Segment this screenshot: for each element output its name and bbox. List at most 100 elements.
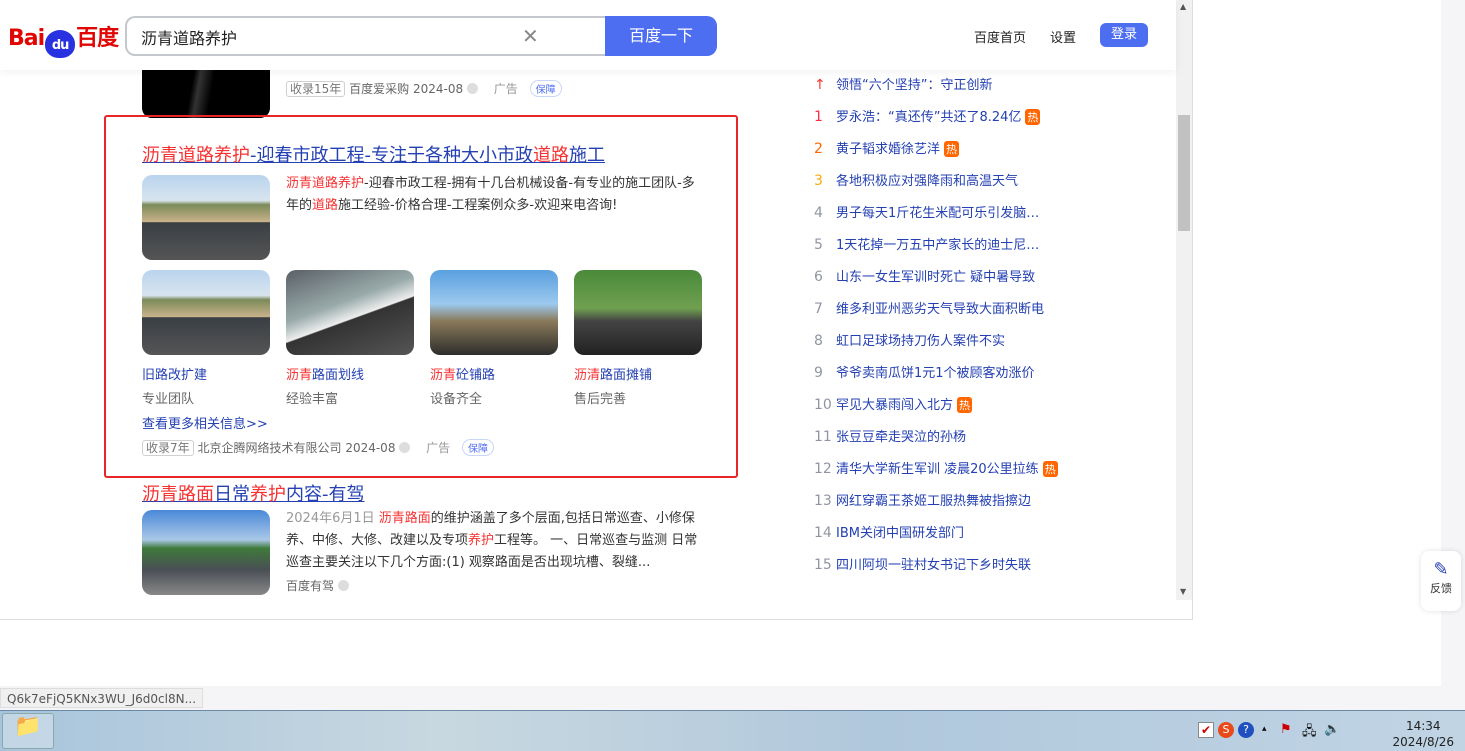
more-info-link[interactable]: 查看更多相关信息>>	[142, 413, 268, 432]
rank: 13	[814, 493, 832, 509]
feedback-button[interactable]: ✎ 反馈	[1421, 551, 1461, 611]
status-bar-url: Q6k7eFjQ5KNx3WU_J6d0cl8N...	[0, 688, 204, 708]
hot-list-item[interactable]: 10 罕见大暴雨闯入北方热	[814, 394, 973, 413]
highlight-term: 沥青	[430, 368, 457, 383]
text-segment: 施工	[569, 145, 605, 166]
show-hidden-icons[interactable]: ▴	[1262, 724, 1267, 734]
card-title-link[interactable]: 沥青砼铺路	[430, 364, 495, 383]
ad-thumbnail[interactable]	[142, 175, 270, 260]
hot-list-item[interactable]: 9 爷爷卖南瓜饼1元1个被顾客劝涨价	[814, 362, 1035, 381]
date: 2024-08	[412, 82, 464, 96]
home-link[interactable]: 百度首页	[974, 27, 1026, 46]
card-title-link[interactable]: 沥清路面摊铺	[574, 364, 652, 383]
scroll-down-icon[interactable]: ▼	[1180, 587, 1186, 596]
date: 2024年6月1日	[286, 511, 375, 526]
dropdown-icon[interactable]	[466, 83, 478, 94]
hot-badge: 热	[1042, 461, 1058, 477]
volume-icon[interactable]: 🔈	[1324, 722, 1340, 737]
hot-list-item[interactable]: 3 各地积极应对强降雨和高温天气	[814, 170, 1018, 189]
vertical-scrollbar[interactable]: ▲ ▼	[1176, 0, 1192, 600]
highlight-term: 沥清	[574, 368, 601, 383]
card-title: 路面摊铺	[600, 368, 653, 383]
sogou-icon[interactable]: S	[1218, 722, 1234, 738]
settings-link[interactable]: 设置	[1050, 27, 1076, 46]
indexed-tag: 收录15年	[286, 81, 346, 97]
hot-item-text: 黄子韬求婚徐艺洋	[836, 142, 941, 157]
card-image[interactable]	[142, 270, 270, 355]
baidu-logo[interactable]: Bai du 百度	[8, 20, 119, 58]
system-tray: ✔ S ? ▴ ⚑ 🖧 🔈 14:34 2024/8/26	[1192, 716, 1462, 750]
scroll-up-icon[interactable]: ▲	[1180, 2, 1186, 11]
hot-item-text: 山东一女生军训时死亡 疑中暑导致	[836, 270, 1036, 285]
scrollbar-thumb[interactable]	[1178, 115, 1190, 231]
card-subtitle: 设备齐全	[430, 392, 483, 407]
rank: ↑	[814, 77, 826, 93]
highlight-term: 沥青道路养护	[142, 145, 250, 166]
hot-list-item[interactable]: 4 男子每天1斤花生米配可乐引发脑…	[814, 202, 1039, 221]
card-title-link[interactable]: 旧路改扩建	[142, 364, 207, 383]
hot-badge: 热	[1025, 109, 1041, 125]
hot-list-item[interactable]: 1 罗永浩：“真还传”共还了8.24亿热	[814, 106, 1041, 125]
page-bottom-area	[0, 620, 1441, 686]
card-image[interactable]	[574, 270, 702, 355]
card-title-link[interactable]: 沥青路面划线	[286, 364, 364, 383]
source[interactable]: 百度有驾	[286, 579, 334, 593]
rank: 14	[814, 525, 832, 541]
hot-item-text: 罕见大暴雨闯入北方	[836, 398, 954, 413]
rank: 15	[814, 557, 832, 573]
source[interactable]: 北京企腾网络技术有限公司	[197, 441, 341, 455]
hot-list-item[interactable]: 6 山东一女生军训时死亡 疑中暑导致	[814, 266, 1035, 285]
hot-list-item[interactable]: 7 维多利亚州恶劣天气导致大面积断电	[814, 298, 1044, 317]
rank: 3	[814, 173, 823, 189]
hot-list-item[interactable]: 8 虹口足球场持刀伤人案件不实	[814, 330, 1005, 349]
card-image[interactable]	[286, 270, 414, 355]
hot-list-item[interactable]: 2 黄子韬求婚徐艺洋热	[814, 138, 960, 157]
source[interactable]: 百度爱采购	[349, 82, 409, 96]
result-title[interactable]: 沥青路面日常养护内容-有驾	[142, 480, 365, 506]
hot-item-text: 虹口足球场持刀伤人案件不实	[836, 334, 1006, 349]
help-icon[interactable]: ?	[1238, 722, 1254, 738]
clear-icon[interactable]: ✕	[522, 24, 539, 48]
hot-list-item[interactable]: ↑ 领悟“六个坚持”：守正创新	[814, 74, 992, 93]
time: 14:34	[1405, 719, 1441, 733]
dropdown-icon[interactable]	[399, 442, 411, 453]
highlight-term: 养护	[250, 484, 286, 505]
hot-item-text: 网红穿霸王茶姬工服热舞被指擦边	[836, 494, 1032, 509]
ad-result-title[interactable]: 沥青道路养护-迎春市政工程-专注于各种大小市政道路施工	[142, 141, 605, 167]
network-icon[interactable]: 🖧	[1302, 722, 1317, 744]
ad-label: 广告	[493, 82, 518, 96]
guarantee-badge[interactable]: 保障	[529, 80, 562, 97]
hot-list-item[interactable]: 5 1天花掉一万五中产家长的迪士尼…	[814, 234, 1039, 253]
search-input[interactable]	[141, 27, 521, 46]
hot-list-item[interactable]: 15 四川阿坝一驻村女书记下乡时失联	[814, 554, 1031, 573]
card-image[interactable]	[430, 270, 558, 355]
browser-viewport: Baidu百度 ✕ 百度一下 百度首页 设置 登录 收录15年 百度爱采购 20…	[0, 0, 1193, 620]
file-explorer-icon[interactable]: 📁	[2, 713, 54, 749]
rank: 12	[814, 461, 832, 477]
hot-list-item[interactable]: 13 网红穿霸王茶姬工服热舞被指擦边	[814, 490, 1031, 509]
hot-item-text: 张豆豆牵走哭泣的孙杨	[836, 430, 967, 445]
prev-result-meta: 收录15年 百度爱采购 2024-08 广告 保障	[286, 80, 562, 97]
result-description: 2024年6月1日 沥青路面的维护涵盖了多个层面,包括日常巡查、小修保养、中修、…	[286, 508, 706, 574]
ad-result-meta: 收录7年 北京企腾网络技术有限公司 2024-08 广告 保障	[142, 439, 494, 456]
clock[interactable]: 14:34 2024/8/26	[1392, 718, 1454, 750]
result-thumbnail[interactable]	[142, 510, 270, 595]
card-subtitle: 专业团队	[142, 392, 195, 407]
text-segment: 日常	[214, 484, 250, 505]
guarantee-badge[interactable]: 保障	[461, 439, 494, 456]
hot-item-text: 罗永浩：“真还传”共还了8.24亿	[836, 110, 1022, 125]
card-title: 旧路改扩建	[142, 368, 208, 383]
text-segment: 内容-有驾	[286, 484, 365, 505]
rank: 8	[814, 333, 823, 349]
search-button[interactable]: 百度一下	[605, 16, 717, 56]
rank: 10	[814, 397, 832, 413]
flag-icon[interactable]: ⚑	[1280, 722, 1292, 737]
app-tray-icon[interactable]: ✔	[1198, 722, 1215, 738]
dropdown-icon[interactable]	[337, 580, 349, 591]
login-button[interactable]: 登录	[1100, 23, 1148, 47]
hot-list-item[interactable]: 11 张豆豆牵走哭泣的孙杨	[814, 426, 966, 445]
highlight-term: 沥青道路养护	[286, 176, 365, 191]
highlight-term: 道路	[312, 198, 339, 213]
hot-list-item[interactable]: 14 IBM关闭中国研发部门	[814, 522, 964, 541]
hot-list-item[interactable]: 12 清华大学新生军训 凌晨20公里拉练热	[814, 458, 1058, 477]
